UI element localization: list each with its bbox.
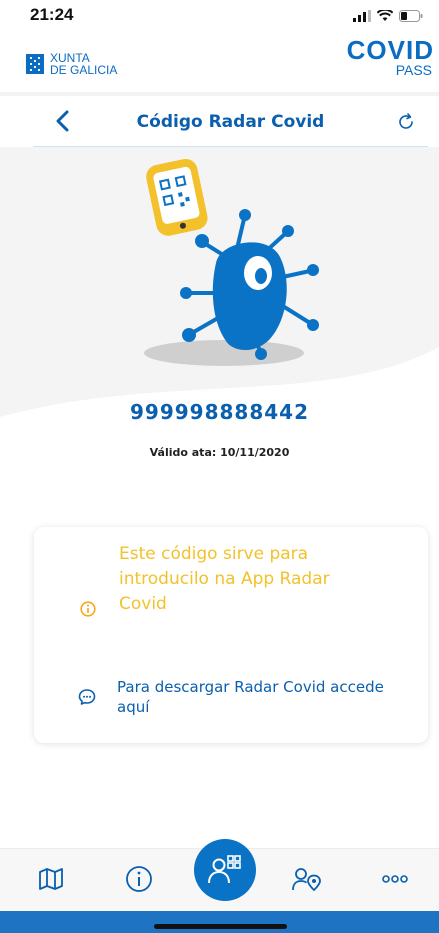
status-icons	[353, 8, 423, 24]
chat-bubble-icon	[78, 689, 96, 705]
tab-more[interactable]	[377, 861, 413, 897]
more-dots-icon	[382, 875, 408, 883]
bottom-safe-area	[0, 911, 439, 933]
page-title: Código Radar Covid	[136, 112, 325, 132]
battery-icon	[399, 10, 423, 22]
virus-phone-illustration	[144, 158, 319, 366]
download-link-row[interactable]: Para descargar Radar Covid accede aquí	[34, 677, 428, 727]
download-link-text[interactable]: Para descargar Radar Covid accede aquí	[117, 677, 397, 717]
nav-bar: Código Radar Covid	[33, 98, 428, 147]
info-icon	[80, 601, 96, 617]
user-location-icon	[292, 868, 321, 892]
tab-user-location[interactable]	[289, 861, 325, 897]
header-divider	[0, 92, 439, 96]
tab-info[interactable]	[121, 861, 157, 897]
tab-map[interactable]	[33, 861, 69, 897]
status-bar: 21:24	[0, 0, 439, 30]
tab-qr-center[interactable]	[194, 839, 256, 901]
wifi-icon	[377, 10, 393, 21]
info-card: Este código sirve para introducilo na Ap…	[34, 527, 428, 743]
info-row: Este código sirve para introducilo na Ap…	[34, 542, 428, 642]
signal-icon	[353, 10, 371, 22]
map-icon	[39, 868, 63, 890]
bottom-tab-bar	[0, 839, 439, 912]
home-indicator[interactable]	[154, 924, 287, 929]
user-qr-icon	[208, 855, 241, 884]
refresh-icon[interactable]	[394, 110, 418, 134]
status-time: 21:24	[30, 5, 74, 24]
info-circle-icon	[126, 866, 152, 892]
covid-pass-logo: COVID PASS	[347, 35, 434, 78]
radar-covid-code: 999998888442	[130, 400, 309, 424]
info-text: Este código sirve para introducilo na Ap…	[119, 544, 330, 614]
xunta-line-2: DE GALICIA	[50, 63, 118, 77]
xunta-emblem-icon	[26, 54, 44, 74]
brand-header: XUNTA DE GALICIA COVID PASS	[0, 30, 439, 92]
xunta-logo: XUNTA DE GALICIA	[26, 52, 117, 76]
valid-until-text: Válido ata: 10/11/2020	[149, 446, 290, 459]
